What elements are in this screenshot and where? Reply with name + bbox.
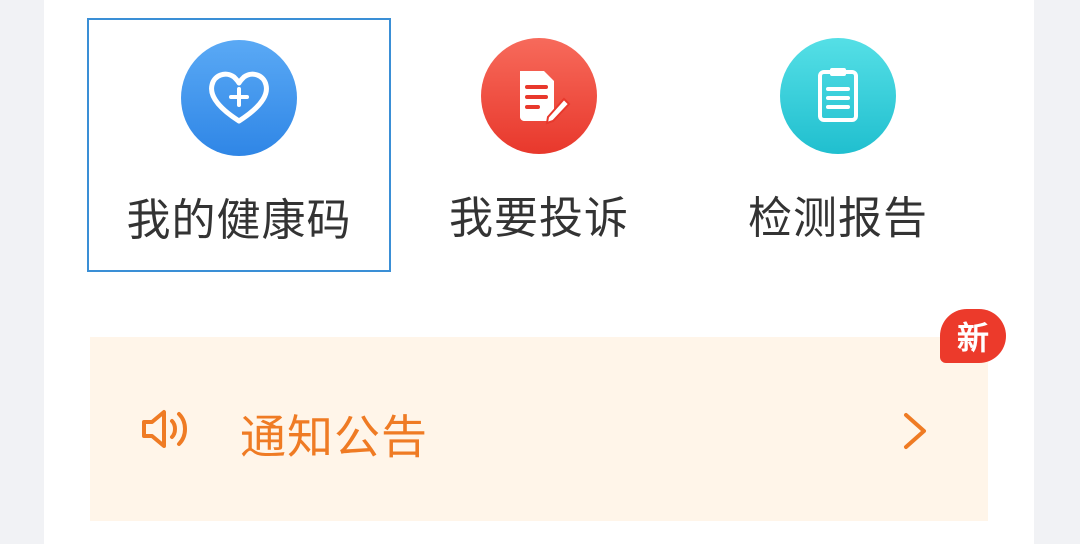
health-code-label: 我的健康码 (126, 195, 352, 246)
heart-plus-icon (181, 40, 297, 156)
service-card: 我的健康码 我要投诉 检测报告 新 通知公告 (44, 0, 1034, 544)
test-report-label: 检测报告 (748, 193, 928, 244)
report-list-icon (780, 38, 896, 154)
complaint-label: 我要投诉 (449, 193, 629, 244)
notice-title: 通知公告 (240, 410, 428, 464)
complaint-button[interactable]: 我要投诉 (387, 18, 691, 272)
chevron-right-icon (900, 411, 930, 451)
health-code-button[interactable]: 我的健康码 (87, 18, 391, 272)
speaker-icon (140, 405, 192, 453)
test-report-button[interactable]: 检测报告 (686, 18, 990, 272)
notice-banner[interactable]: 新 通知公告 (90, 309, 1006, 521)
edit-document-icon (481, 38, 597, 154)
new-badge: 新 (940, 309, 1006, 363)
